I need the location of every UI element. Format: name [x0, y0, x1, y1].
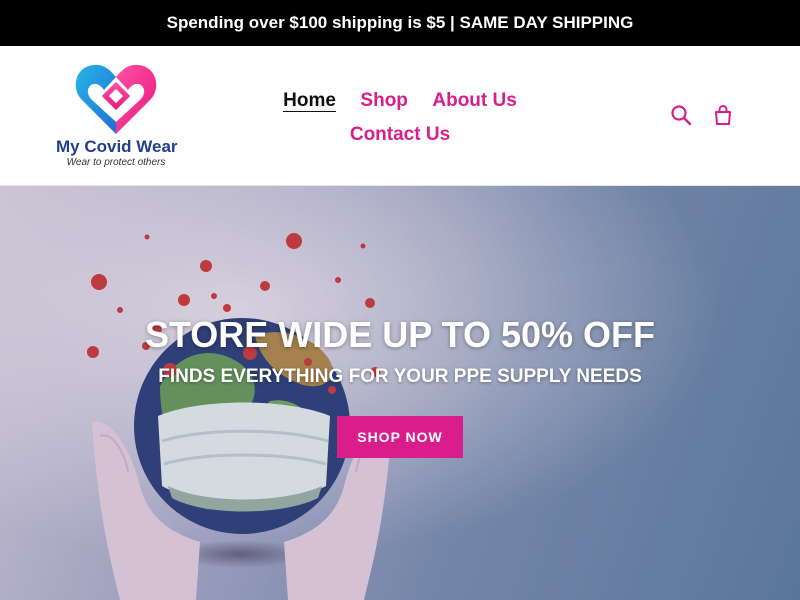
nav-item-shop[interactable]: Shop	[360, 90, 408, 111]
logo-link[interactable]: My Covid Wear Wear to protect others	[56, 60, 178, 175]
logo-name: My Covid Wear	[56, 137, 178, 156]
announcement-bar: Spending over $100 shipping is $5 | SAME…	[0, 0, 800, 46]
logo-tagline: Wear to protect others	[66, 157, 166, 168]
nav-item-home[interactable]: Home	[283, 90, 336, 112]
cart-icon[interactable]	[712, 104, 734, 126]
hero-subtitle: FINDS EVERYTHING FOR YOUR PPE SUPPLY NEE…	[158, 366, 642, 387]
nav-item-contact-us[interactable]: Contact Us	[350, 124, 450, 145]
hero-title: STORE WIDE UP TO 50% OFF	[144, 314, 656, 355]
hero-banner: STORE WIDE UP TO 50% OFF FINDS EVERYTHIN…	[0, 186, 800, 600]
site-header: My Covid Wear Wear to protect others Hom…	[0, 46, 800, 186]
heart-logo-icon	[75, 64, 157, 134]
main-nav: Home Shop About Us Contact Us	[250, 84, 550, 152]
shop-now-button[interactable]: SHOP NOW	[337, 416, 463, 458]
hero-content: STORE WIDE UP TO 50% OFF FINDS EVERYTHIN…	[0, 314, 800, 458]
announcement-text: Spending over $100 shipping is $5 | SAME…	[166, 13, 634, 32]
header-icons	[670, 104, 734, 126]
search-icon[interactable]	[670, 104, 692, 126]
nav-item-about-us[interactable]: About Us	[432, 90, 516, 111]
